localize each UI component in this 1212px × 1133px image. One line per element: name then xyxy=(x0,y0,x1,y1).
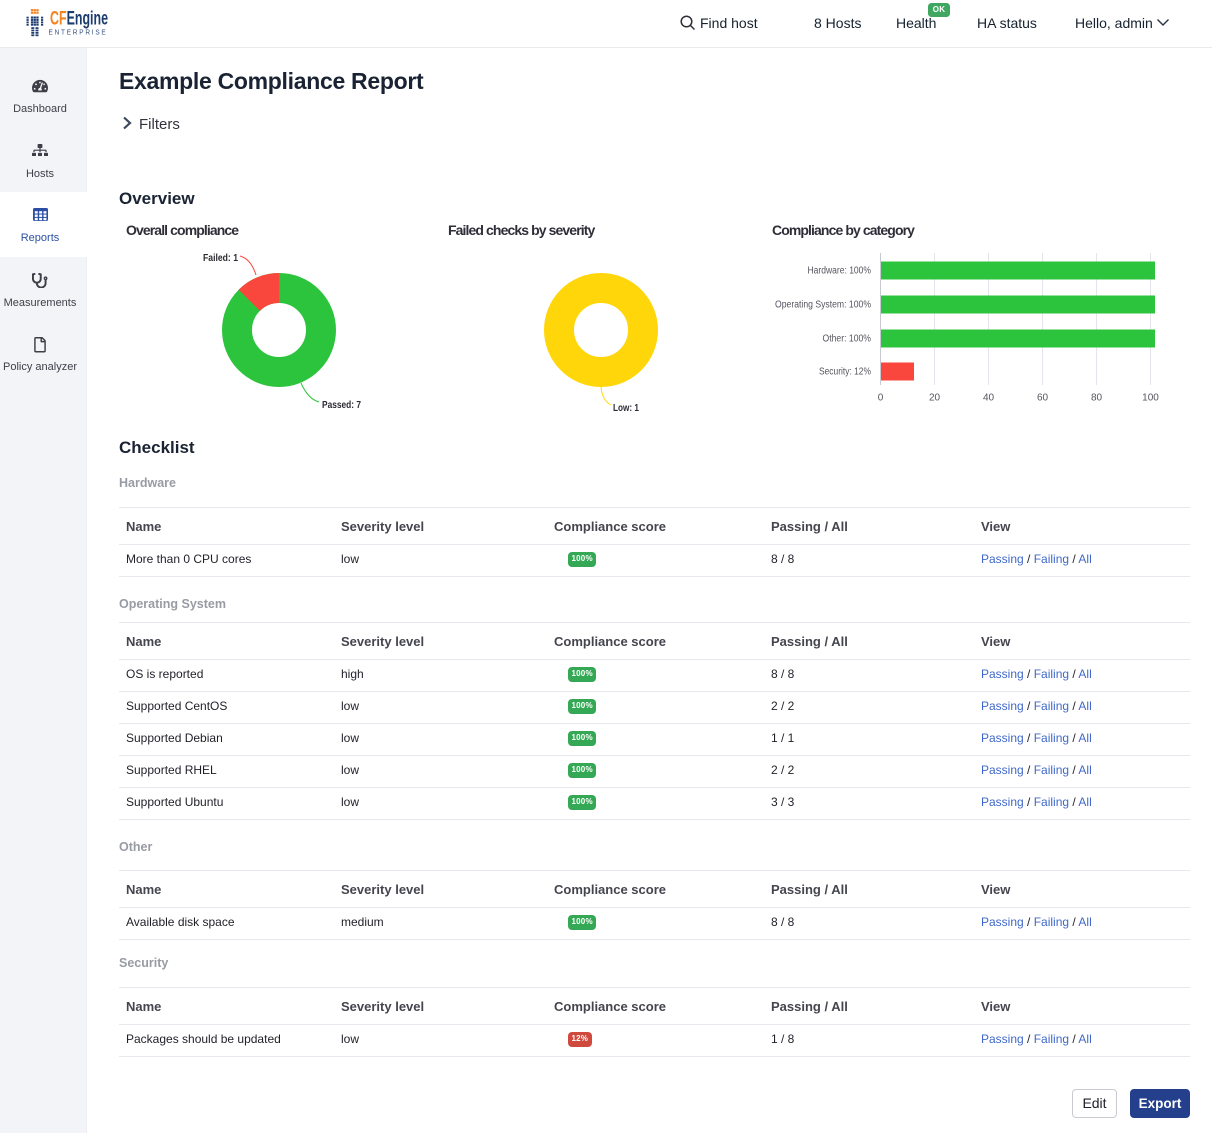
svg-text:Hardware: 100%: Hardware: 100% xyxy=(808,266,872,277)
svg-text:Passed: 7: Passed: 7 xyxy=(322,400,361,411)
svg-text:80: 80 xyxy=(1091,393,1103,404)
svg-text:Failed: 1: Failed: 1 xyxy=(203,253,238,264)
svg-text:Low: 1: Low: 1 xyxy=(613,403,639,414)
svg-text:Other: 100%: Other: 100% xyxy=(823,334,872,345)
svg-text:Operating System: 100%: Operating System: 100% xyxy=(775,300,871,311)
svg-text:60: 60 xyxy=(1037,393,1049,404)
svg-text:20: 20 xyxy=(929,393,941,404)
svg-text:40: 40 xyxy=(983,393,995,404)
svg-text:100: 100 xyxy=(1142,393,1159,404)
svg-text:0: 0 xyxy=(878,393,884,404)
svg-text:Security: 12%: Security: 12% xyxy=(819,367,871,378)
svg-text:ENTERPRISE: ENTERPRISE xyxy=(49,28,108,37)
svg-text:CFEngine: CFEngine xyxy=(50,9,108,30)
